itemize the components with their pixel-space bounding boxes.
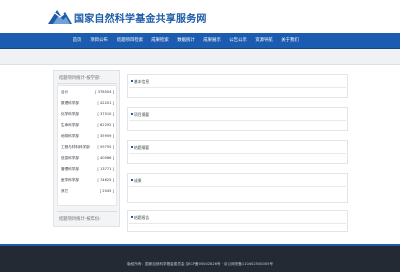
- project-abstract-panel: 项目摘要: [127, 107, 348, 131]
- panel-title: 项目摘要: [134, 112, 150, 117]
- nav-home[interactable]: 首页: [70, 33, 84, 49]
- panel-marker: [131, 179, 133, 181]
- sidebar-title-by-year[interactable]: 结题项目统计-按年份:: [59, 216, 101, 222]
- list-item[interactable]: 工程与材料科学部 [ 59755 ]: [58, 143, 116, 153]
- panel-marker: [131, 113, 133, 115]
- department-name: 生命科学部: [61, 123, 79, 127]
- sub-band: [0, 49, 400, 65]
- department-name: 地球科学部: [61, 134, 79, 138]
- conclusion-report-panel: 结题报告: [127, 210, 348, 232]
- panel-title: 结题报告: [134, 215, 150, 220]
- department-name: 其它: [61, 189, 69, 193]
- panel-divider: [129, 120, 346, 121]
- list-item[interactable]: 生命科学部 [ 62292 ]: [58, 121, 116, 131]
- nav-statistics[interactable]: 数据统计: [175, 33, 197, 49]
- department-count: [ 2045 ]: [99, 189, 114, 193]
- department-name: 医学科学部: [61, 178, 79, 182]
- list-item[interactable]: 化学科学部 [ 37510 ]: [58, 110, 116, 120]
- department-count: [ 62292 ]: [97, 123, 114, 127]
- sidebar-title-by-department: 结题项目统计-按学部:: [59, 76, 101, 81]
- panel-divider: [129, 186, 346, 187]
- department-stats-list: 合计 [ 378504 ] 数理科学部 [ 42201 ] 化学科学部 [ 37…: [57, 85, 117, 206]
- nav-project-announcement[interactable]: 项目公布: [88, 33, 110, 49]
- nav-announcements[interactable]: 公告公示: [227, 33, 249, 49]
- department-count: [ 35959 ]: [97, 134, 114, 138]
- main-nav: 首页 项目公布 结题项目检索 成果检索 数据统计 成果展示 公告公示 资源导航 …: [0, 33, 400, 49]
- panel-title: 基本信息: [134, 79, 150, 84]
- department-count: [ 378504 ]: [95, 90, 114, 94]
- department-count: [ 13771 ]: [97, 167, 114, 171]
- results-panel: 成果: [127, 173, 348, 203]
- department-name: 合计: [61, 90, 69, 94]
- list-item[interactable]: 地球科学部 [ 35959 ]: [58, 132, 116, 142]
- list-item[interactable]: 信息科学部 [ 40066 ]: [58, 154, 116, 164]
- nav-resource-navigation[interactable]: 资源导航: [253, 33, 275, 49]
- site-header: 国家自然科学基金共享服务网: [0, 0, 400, 33]
- department-name: 信息科学部: [61, 156, 79, 160]
- site-title: 国家自然科学基金共享服务网: [74, 14, 207, 25]
- basic-info-panel: 基本信息: [127, 74, 348, 98]
- department-name: 工程与材料科学部: [61, 145, 90, 149]
- department-count: [ 37510 ]: [97, 112, 114, 116]
- panel-divider: [129, 223, 346, 224]
- department-name: 数理科学部: [61, 101, 79, 105]
- department-count: [ 42201 ]: [97, 101, 114, 105]
- panel-divider: [129, 153, 346, 154]
- panel-divider: [129, 87, 346, 88]
- department-count: [ 59755 ]: [97, 145, 114, 149]
- list-item[interactable]: 数理科学部 [ 42201 ]: [58, 99, 116, 109]
- panel-marker: [131, 216, 133, 218]
- nav-results-showcase[interactable]: 成果展示: [201, 33, 223, 49]
- nsfc-logo-icon[interactable]: [48, 8, 72, 24]
- site-footer: 版权所有：国家自然科学基金委员会 京ICP备05002826号 · 京公网安备1…: [0, 246, 400, 272]
- panel-marker: [131, 146, 133, 148]
- department-name: 化学科学部: [61, 112, 79, 116]
- panel-title: 结题摘要: [134, 145, 150, 150]
- sidebar: 结题项目统计-按学部: 合计 [ 378504 ] 数理科学部 [ 42201 …: [53, 70, 120, 227]
- list-item[interactable]: 其它 [ 2045 ]: [58, 187, 116, 197]
- nav-results-search[interactable]: 成果检索: [149, 33, 171, 49]
- list-item[interactable]: 医学科学部 [ 74625 ]: [58, 176, 116, 186]
- nav-about-us[interactable]: 关于我们: [279, 33, 301, 49]
- footer-copyright: 版权所有：国家自然科学基金委员会 京ICP备05002826号 · 京公网安备1…: [127, 262, 273, 266]
- panel-title: 成果: [134, 178, 142, 183]
- nav-project-search[interactable]: 结题项目检索: [114, 33, 146, 49]
- sidebar-divider: [57, 83, 117, 84]
- department-name: 管理科学部: [61, 167, 79, 171]
- page: 国家自然科学基金共享服务网 首页 项目公布 结题项目检索 成果检索 数据统计 成…: [0, 0, 400, 272]
- sidebar-divider: [57, 211, 117, 212]
- panel-marker: [131, 80, 133, 82]
- department-count: [ 40066 ]: [97, 156, 114, 160]
- department-count: [ 74625 ]: [97, 178, 114, 182]
- list-item[interactable]: 合计 [ 378504 ]: [58, 88, 116, 98]
- conclusion-abstract-panel: 结题摘要: [127, 140, 348, 164]
- list-item[interactable]: 管理科学部 [ 13771 ]: [58, 165, 116, 175]
